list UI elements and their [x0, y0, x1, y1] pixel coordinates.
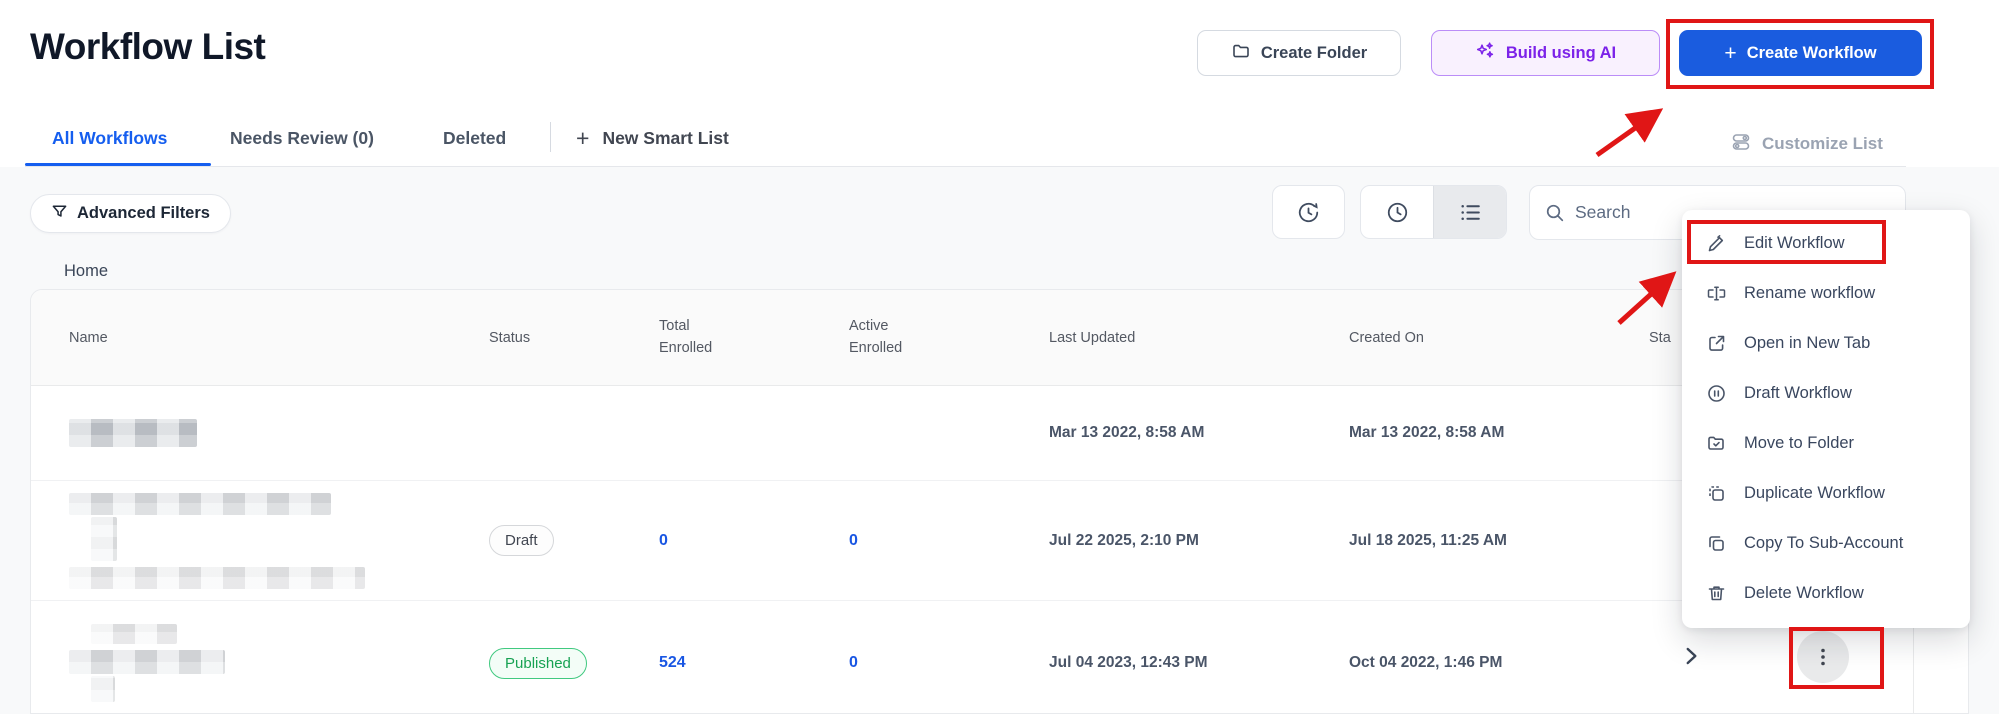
col-status: Status — [489, 330, 659, 346]
menu-item-rename-workflow[interactable]: Rename workflow — [1682, 268, 1970, 318]
annotation-arrow-create-workflow — [1597, 114, 1655, 155]
created-on-cell: Jul 18 2025, 11:25 AM — [1349, 532, 1649, 550]
created-on-cell: Mar 13 2022, 8:58 AM — [1349, 424, 1649, 442]
plus-icon: + — [576, 127, 589, 150]
history-view-button[interactable] — [1361, 186, 1433, 238]
duplicate-icon — [1706, 483, 1727, 504]
menu-item-draft-workflow[interactable]: Draft Workflow — [1682, 368, 1970, 418]
menu-item-label: Open in New Tab — [1744, 334, 1870, 353]
external-link-icon — [1706, 333, 1727, 354]
list-icon — [1458, 200, 1483, 225]
trash-icon — [1706, 583, 1727, 604]
workflow-name-redacted — [69, 493, 489, 589]
tabs-divider — [550, 122, 551, 152]
create-folder-button[interactable]: Create Folder — [1197, 30, 1401, 76]
last-updated-cell: Jul 04 2023, 12:43 PM — [1049, 654, 1349, 672]
menu-item-open-new-tab[interactable]: Open in New Tab — [1682, 318, 1970, 368]
last-updated-cell: Jul 22 2025, 2:10 PM — [1049, 532, 1349, 550]
menu-item-label: Edit Workflow — [1744, 234, 1845, 253]
redacted-block — [69, 419, 197, 447]
col-active-enrolled: Active Enrolled — [849, 316, 917, 360]
view-toggle — [1360, 185, 1507, 239]
active-enrolled-link[interactable]: 0 — [849, 654, 858, 671]
folder-icon — [1231, 41, 1251, 66]
col-created-on: Created On — [1349, 330, 1649, 346]
tab-all-workflows[interactable]: All Workflows — [52, 124, 167, 152]
col-total-enrolled: Total Enrolled — [659, 316, 727, 360]
funnel-icon — [51, 203, 68, 225]
enrollment-history-button[interactable] — [1272, 185, 1345, 239]
menu-item-label: Duplicate Workflow — [1744, 484, 1885, 503]
redacted-block — [91, 624, 177, 644]
col-name: Name — [69, 330, 489, 346]
customize-list-label: Customize List — [1762, 134, 1883, 154]
build-using-ai-label: Build using AI — [1506, 44, 1616, 63]
tab-needs-review[interactable]: Needs Review (0) — [230, 124, 374, 152]
total-enrolled-link[interactable]: 0 — [659, 532, 668, 549]
pencil-icon — [1706, 233, 1727, 254]
new-smart-list-label: New Smart List — [602, 128, 728, 149]
menu-item-label: Move to Folder — [1744, 434, 1854, 453]
copy-icon — [1706, 533, 1727, 554]
create-folder-label: Create Folder — [1261, 44, 1367, 63]
search-icon — [1544, 202, 1566, 224]
redacted-block — [69, 567, 365, 589]
plus-icon: + — [1724, 43, 1736, 64]
advanced-filters-button[interactable]: Advanced Filters — [30, 194, 231, 233]
table-row[interactable]: Mar 13 2022, 8:58 AM Mar 13 2022, 8:58 A… — [31, 386, 1968, 481]
menu-item-edit-workflow[interactable]: Edit Workflow — [1682, 218, 1970, 268]
context-menu: Edit Workflow Rename workflow Open in Ne… — [1682, 210, 1970, 628]
advanced-filters-label: Advanced Filters — [77, 204, 210, 223]
clock-icon — [1385, 200, 1410, 225]
menu-item-label: Draft Workflow — [1744, 384, 1852, 403]
workflow-name-redacted — [69, 624, 489, 702]
menu-item-copy-to-sub-account[interactable]: Copy To Sub-Account — [1682, 518, 1970, 568]
menu-item-label: Delete Workflow — [1744, 584, 1864, 603]
total-enrolled-link[interactable]: 524 — [659, 654, 686, 671]
status-badge: Draft — [489, 525, 554, 556]
menu-item-move-to-folder[interactable]: Move to Folder — [1682, 418, 1970, 468]
status-badge: Published — [489, 648, 587, 679]
customize-list-icon — [1730, 131, 1752, 158]
list-view-button[interactable] — [1433, 186, 1506, 238]
page-title: Workflow List — [30, 26, 265, 68]
redacted-block — [91, 676, 115, 702]
history-clock-icon — [1296, 200, 1321, 225]
build-using-ai-button[interactable]: Build using AI — [1431, 30, 1660, 76]
breadcrumb-home[interactable]: Home — [64, 262, 108, 281]
folder-move-icon — [1706, 433, 1727, 454]
last-updated-cell: Mar 13 2022, 8:58 AM — [1049, 424, 1349, 442]
redacted-block — [69, 650, 225, 674]
dots-vertical-icon — [1812, 646, 1834, 668]
create-workflow-button[interactable]: + Create Workflow — [1679, 30, 1922, 76]
create-workflow-label: Create Workflow — [1747, 44, 1877, 63]
row-expand-chevron[interactable] — [1678, 643, 1704, 669]
created-on-cell: Oct 04 2022, 1:46 PM — [1349, 654, 1649, 672]
menu-item-label: Copy To Sub-Account — [1744, 534, 1903, 553]
redacted-block — [91, 517, 117, 561]
new-smart-list-button[interactable]: + New Smart List — [576, 124, 729, 152]
workflow-name-redacted — [69, 419, 489, 447]
customize-list-button[interactable]: Customize List — [1730, 131, 1883, 157]
tab-deleted[interactable]: Deleted — [443, 124, 506, 152]
row-actions-button[interactable] — [1797, 631, 1849, 683]
active-enrolled-link[interactable]: 0 — [849, 532, 858, 549]
col-last-updated: Last Updated — [1049, 330, 1349, 346]
chevron-right-icon — [1678, 643, 1704, 669]
table-row[interactable]: Draft 0 0 Jul 22 2025, 2:10 PM Jul 18 20… — [31, 481, 1968, 601]
rename-icon — [1706, 283, 1727, 304]
menu-item-duplicate-workflow[interactable]: Duplicate Workflow — [1682, 468, 1970, 518]
sparkles-icon — [1475, 40, 1496, 66]
table-header: Name Status Total Enrolled Active Enroll… — [31, 290, 1968, 386]
menu-item-delete-workflow[interactable]: Delete Workflow — [1682, 568, 1970, 618]
pause-circle-icon — [1706, 383, 1727, 404]
menu-item-label: Rename workflow — [1744, 284, 1875, 303]
redacted-block — [69, 493, 331, 515]
